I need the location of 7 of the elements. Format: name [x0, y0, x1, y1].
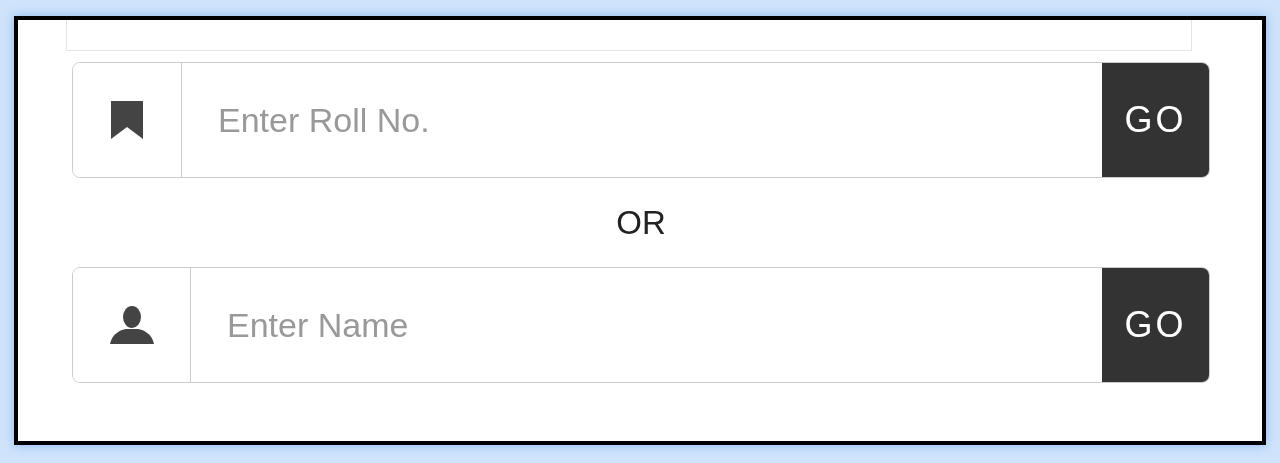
search-field[interactable]: Enter Roll No. GO [72, 62, 1210, 178]
go-button[interactable]: GO [1102, 268, 1209, 382]
user-icon [109, 306, 154, 344]
search-field[interactable]: Enter Name GO [72, 267, 1210, 383]
go-button[interactable]: GO [1102, 63, 1209, 177]
bookmark-icon [111, 101, 143, 139]
separator-text: OR [616, 203, 666, 242]
